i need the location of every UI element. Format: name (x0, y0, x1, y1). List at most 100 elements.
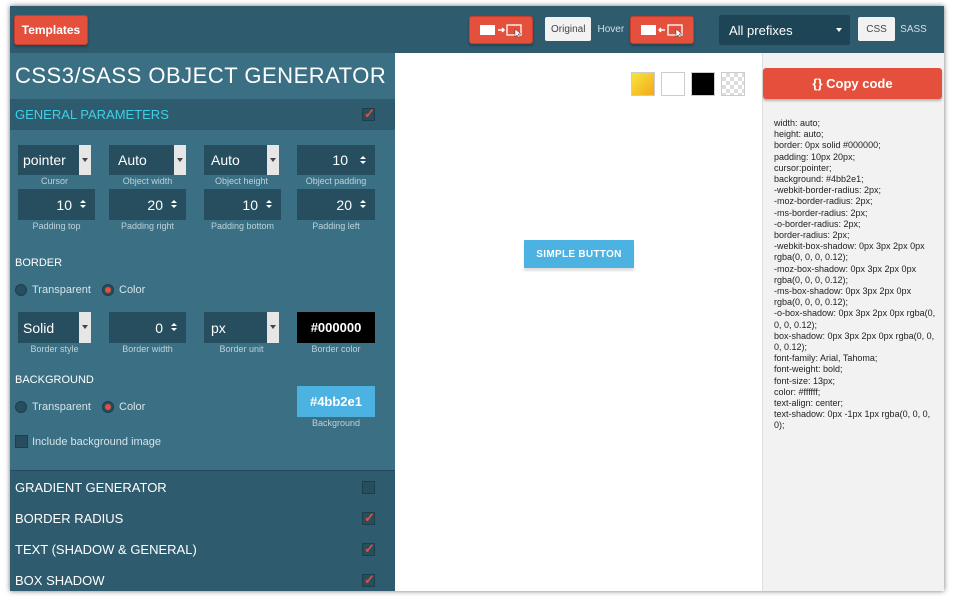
border-radius-checkbox[interactable] (362, 510, 375, 526)
section-general-parameters[interactable]: GENERAL PARAMETERS (10, 99, 395, 130)
collapsed-sections: GRADIENT GENERATOR BORDER RADIUS TEXT (S… (10, 470, 395, 591)
state-original-option[interactable]: Original (545, 17, 592, 41)
state-toggle: Original Hover (545, 17, 631, 41)
preview-area: SIMPLE BUTTON (395, 53, 762, 591)
code-line: box-shadow: 0px 3px 2px 0px rgba(0, 0, 0… (774, 330, 937, 353)
mode-toggle: CSS SASS (858, 17, 932, 41)
cursor-label: Cursor (40, 176, 68, 186)
spinner-icon (80, 200, 86, 209)
padding-top-value: 10 (56, 196, 72, 213)
gradient-generator-checkbox[interactable] (362, 481, 375, 494)
section-border-radius[interactable]: BORDER RADIUS (10, 503, 395, 534)
spinner-icon (171, 200, 177, 209)
object-height-label: Object height (214, 176, 269, 186)
border-color-value: #000000 (310, 320, 362, 335)
code-line: font-weight: bold; (774, 364, 843, 375)
object-padding-label: Object padding (305, 176, 367, 186)
state-hover-option[interactable]: Hover (591, 17, 631, 41)
code-line: cursor:pointer; (774, 162, 832, 173)
padding-right-stepper[interactable]: 20 (109, 189, 186, 220)
swatch-gradient-yellow[interactable] (631, 72, 655, 96)
code-line: color: #ffffff; (774, 386, 821, 397)
preview-simple-button[interactable]: SIMPLE BUTTON (524, 240, 634, 268)
object-width-value: Auto (118, 152, 147, 168)
copy-code-button[interactable]: {} Copy code (763, 68, 942, 99)
padding-left-stepper[interactable]: 20 (297, 189, 375, 220)
code-line: -webkit-border-radius: 2px; (774, 185, 882, 196)
chevron-down-icon (79, 312, 91, 343)
border-width-stepper[interactable]: 0 (109, 312, 186, 343)
border-transparent-radio[interactable] (15, 284, 27, 296)
padding-left-label: Padding left (312, 221, 360, 231)
border-heading: BORDER (15, 257, 63, 269)
border-color-radio[interactable] (102, 284, 114, 296)
padding-right-value: 20 (147, 196, 163, 213)
code-line: padding: 10px 20px; (774, 151, 856, 162)
app-window: Templates Original Hover All prefixes CS… (10, 6, 944, 591)
code-line: -webkit-box-shadow: 0px 3px 2px 0px rgba… (774, 241, 928, 263)
code-line: border-radius: 2px; (774, 230, 850, 241)
code-line: -moz-border-radius: 2px; (774, 196, 873, 207)
section-box-shadow[interactable]: BOX SHADOW (10, 565, 395, 591)
section-label: GRADIENT GENERATOR (15, 480, 167, 495)
top-toolbar: Templates Original Hover All prefixes CS… (10, 6, 944, 53)
spinner-icon (360, 200, 366, 209)
padding-bottom-stepper[interactable]: 10 (204, 189, 281, 220)
include-background-image-checkbox[interactable] (15, 435, 28, 448)
code-panel: {} Copy code width: auto; height: auto; bo… (762, 53, 944, 591)
general-parameters-checkbox[interactable] (362, 106, 375, 122)
border-style-select[interactable]: Solid (18, 312, 91, 343)
code-line: text-shadow: 0px -1px 1px rgba(0, 0, 0, … (774, 409, 933, 431)
border-width-label: Border width (122, 344, 173, 354)
templates-button[interactable]: Templates (14, 15, 88, 45)
swatch-white[interactable] (661, 72, 685, 96)
object-padding-value: 10 (332, 152, 348, 168)
border-color-picker[interactable]: #000000 (297, 312, 375, 343)
section-label: BOX SHADOW (15, 573, 105, 588)
section-label: BORDER RADIUS (15, 511, 124, 526)
code-output[interactable]: width: auto; height: auto; border: 0px sol… (774, 118, 940, 432)
section-label: TEXT (SHADOW & GENERAL) (15, 542, 197, 557)
object-padding-stepper[interactable]: 10 (297, 145, 375, 175)
prefixes-select-value: All prefixes (729, 22, 793, 38)
border-width-value: 0 (155, 319, 163, 336)
mode-css-option[interactable]: CSS (858, 17, 895, 41)
move-to-original-button[interactable] (630, 16, 694, 44)
code-line: -o-box-shadow: 0px 3px 2px 0px rgba(0, 0… (774, 308, 938, 330)
border-unit-select[interactable]: px (204, 312, 279, 343)
code-line: text-align: center; (774, 398, 844, 409)
code-line: width: auto; (774, 118, 821, 128)
padding-top-stepper[interactable]: 10 (18, 189, 95, 220)
background-color-radio[interactable] (102, 401, 114, 413)
border-style-label: Border style (30, 344, 79, 354)
chevron-down-icon (836, 28, 842, 32)
settings-panel: CSS3/SASS OBJECT GENERATOR GENERAL PARAM… (10, 53, 395, 591)
object-width-select[interactable]: Auto (109, 145, 186, 175)
move-to-hover-button[interactable] (469, 16, 533, 44)
padding-top-label: Padding top (32, 221, 81, 231)
code-line: -o-border-radius: 2px; (774, 218, 861, 229)
padding-bottom-value: 10 (242, 196, 258, 213)
swatch-transparent[interactable] (721, 72, 745, 96)
background-transparent-radio[interactable] (15, 401, 27, 413)
box-shadow-checkbox[interactable] (362, 572, 375, 588)
background-color-label-text: Background (311, 418, 361, 428)
chevron-down-icon (79, 145, 91, 175)
border-style-value: Solid (23, 319, 55, 336)
padding-right-label: Padding right (120, 221, 175, 231)
prefixes-select[interactable]: All prefixes (719, 15, 850, 45)
chevron-down-icon (267, 312, 279, 343)
cursor-select[interactable]: pointer (18, 145, 91, 175)
section-text-shadow-general[interactable]: TEXT (SHADOW & GENERAL) (10, 534, 395, 565)
mode-sass-option[interactable]: SASS (895, 17, 932, 41)
swatch-black[interactable] (691, 72, 715, 96)
background-heading: BACKGROUND (15, 374, 94, 386)
code-line: font-size: 13px; (774, 375, 836, 386)
code-line: -ms-border-radius: 2px; (774, 207, 868, 218)
padding-bottom-label: Padding bottom (210, 221, 275, 231)
object-height-value: Auto (211, 152, 240, 168)
section-gradient-generator[interactable]: GRADIENT GENERATOR (10, 472, 395, 503)
text-shadow-checkbox[interactable] (362, 541, 375, 557)
background-color-picker[interactable]: #4bb2e1 (297, 386, 375, 417)
object-height-select[interactable]: Auto (204, 145, 279, 175)
